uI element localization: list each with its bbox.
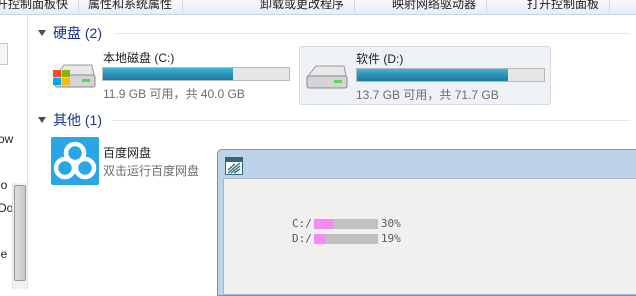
drive-d-tile[interactable]: 软件 (D:) 13.7 GB 可用，共 71.7 GB xyxy=(299,46,551,105)
striped-app-icon xyxy=(226,158,242,174)
usage-label-c: C:/ xyxy=(292,217,312,230)
group-header-other[interactable]: 其他 (1) xyxy=(38,110,102,130)
collapse-caret-icon[interactable] xyxy=(38,30,46,36)
nav-item-fragment[interactable]: ow xyxy=(0,132,13,146)
drive-c-tile[interactable]: 本地磁盘 (C:) 11.9 GB 可用，共 40.0 GB xyxy=(48,46,298,103)
hard-drive-icon xyxy=(306,65,348,89)
command-toolbar: 打开控制面板快 属性和系统属性 卸载或更改程序 映射网络驱动器 打开控制面板 xyxy=(0,0,636,15)
drive-d-free-space: 13.7 GB 可用，共 71.7 GB xyxy=(356,88,499,102)
group-label-disks: 硬盘 (2) xyxy=(53,25,102,41)
baidu-netdisk-name[interactable]: 百度网盘 xyxy=(103,144,151,161)
group-divider xyxy=(112,120,630,121)
nav-item-fragment[interactable]: lo xyxy=(0,178,7,192)
nav-item-fragment[interactable]: le xyxy=(0,247,7,261)
usage-bar-c-fill xyxy=(313,218,334,229)
cloud-icon xyxy=(53,141,97,180)
usage-percent-d: 19% xyxy=(380,232,401,245)
group-label-other: 其他 (1) xyxy=(53,112,102,128)
app-window-icon[interactable] xyxy=(225,157,243,175)
drive-d-name: 软件 (D:) xyxy=(356,52,404,66)
toolbar-item-map-network-drive[interactable]: 映射网络驱动器 xyxy=(392,0,488,12)
navigation-pane: ow lo Do le xyxy=(0,15,28,289)
usage-bar-d-fill xyxy=(313,233,327,244)
collapse-caret-icon[interactable] xyxy=(38,117,46,123)
drive-c-name: 本地磁盘 (C:) xyxy=(103,51,175,65)
toolbar-item-control-panel-quick[interactable]: 打开控制面板快 xyxy=(0,0,80,12)
nav-scrollbar[interactable] xyxy=(12,183,27,289)
usage-label-d: D:/ xyxy=(292,232,312,245)
baidu-netdisk-icon[interactable] xyxy=(51,137,99,185)
toolbar-item-uninstall-program[interactable]: 卸载或更改程序 xyxy=(260,0,356,12)
toolbar-item-open-control-panel[interactable]: 打开控制面板 xyxy=(527,0,611,12)
hard-drive-windows-icon xyxy=(53,64,96,88)
toolbar-item-system-properties[interactable]: 属性和系统属性 xyxy=(88,0,184,12)
nav-collapsed-item[interactable] xyxy=(0,43,8,65)
drive-d-usage-bar xyxy=(356,68,545,82)
drive-d-usage-fill xyxy=(357,69,509,81)
drive-c-free-space: 11.9 GB 可用，共 40.0 GB xyxy=(103,87,245,101)
nav-scrollbar-thumb[interactable] xyxy=(14,185,26,281)
group-header-disks[interactable]: 硬盘 (2) xyxy=(38,23,102,43)
window-client-area: C:/ 30% D:/ 19% xyxy=(223,178,636,295)
usage-percent-c: 30% xyxy=(380,217,401,230)
usage-bar-d xyxy=(313,233,378,244)
drive-c-usage-bar xyxy=(102,67,290,81)
usage-row-d: D:/ 19% xyxy=(292,232,401,245)
group-divider xyxy=(115,33,630,34)
usage-bar-c xyxy=(313,218,378,229)
drive-c-usage-fill xyxy=(103,68,234,80)
disk-usage-window[interactable]: C:/ 30% D:/ 19% xyxy=(217,149,636,296)
baidu-netdisk-description: 双击运行百度网盘 xyxy=(103,164,200,178)
usage-row-c: C:/ 30% xyxy=(292,217,401,230)
